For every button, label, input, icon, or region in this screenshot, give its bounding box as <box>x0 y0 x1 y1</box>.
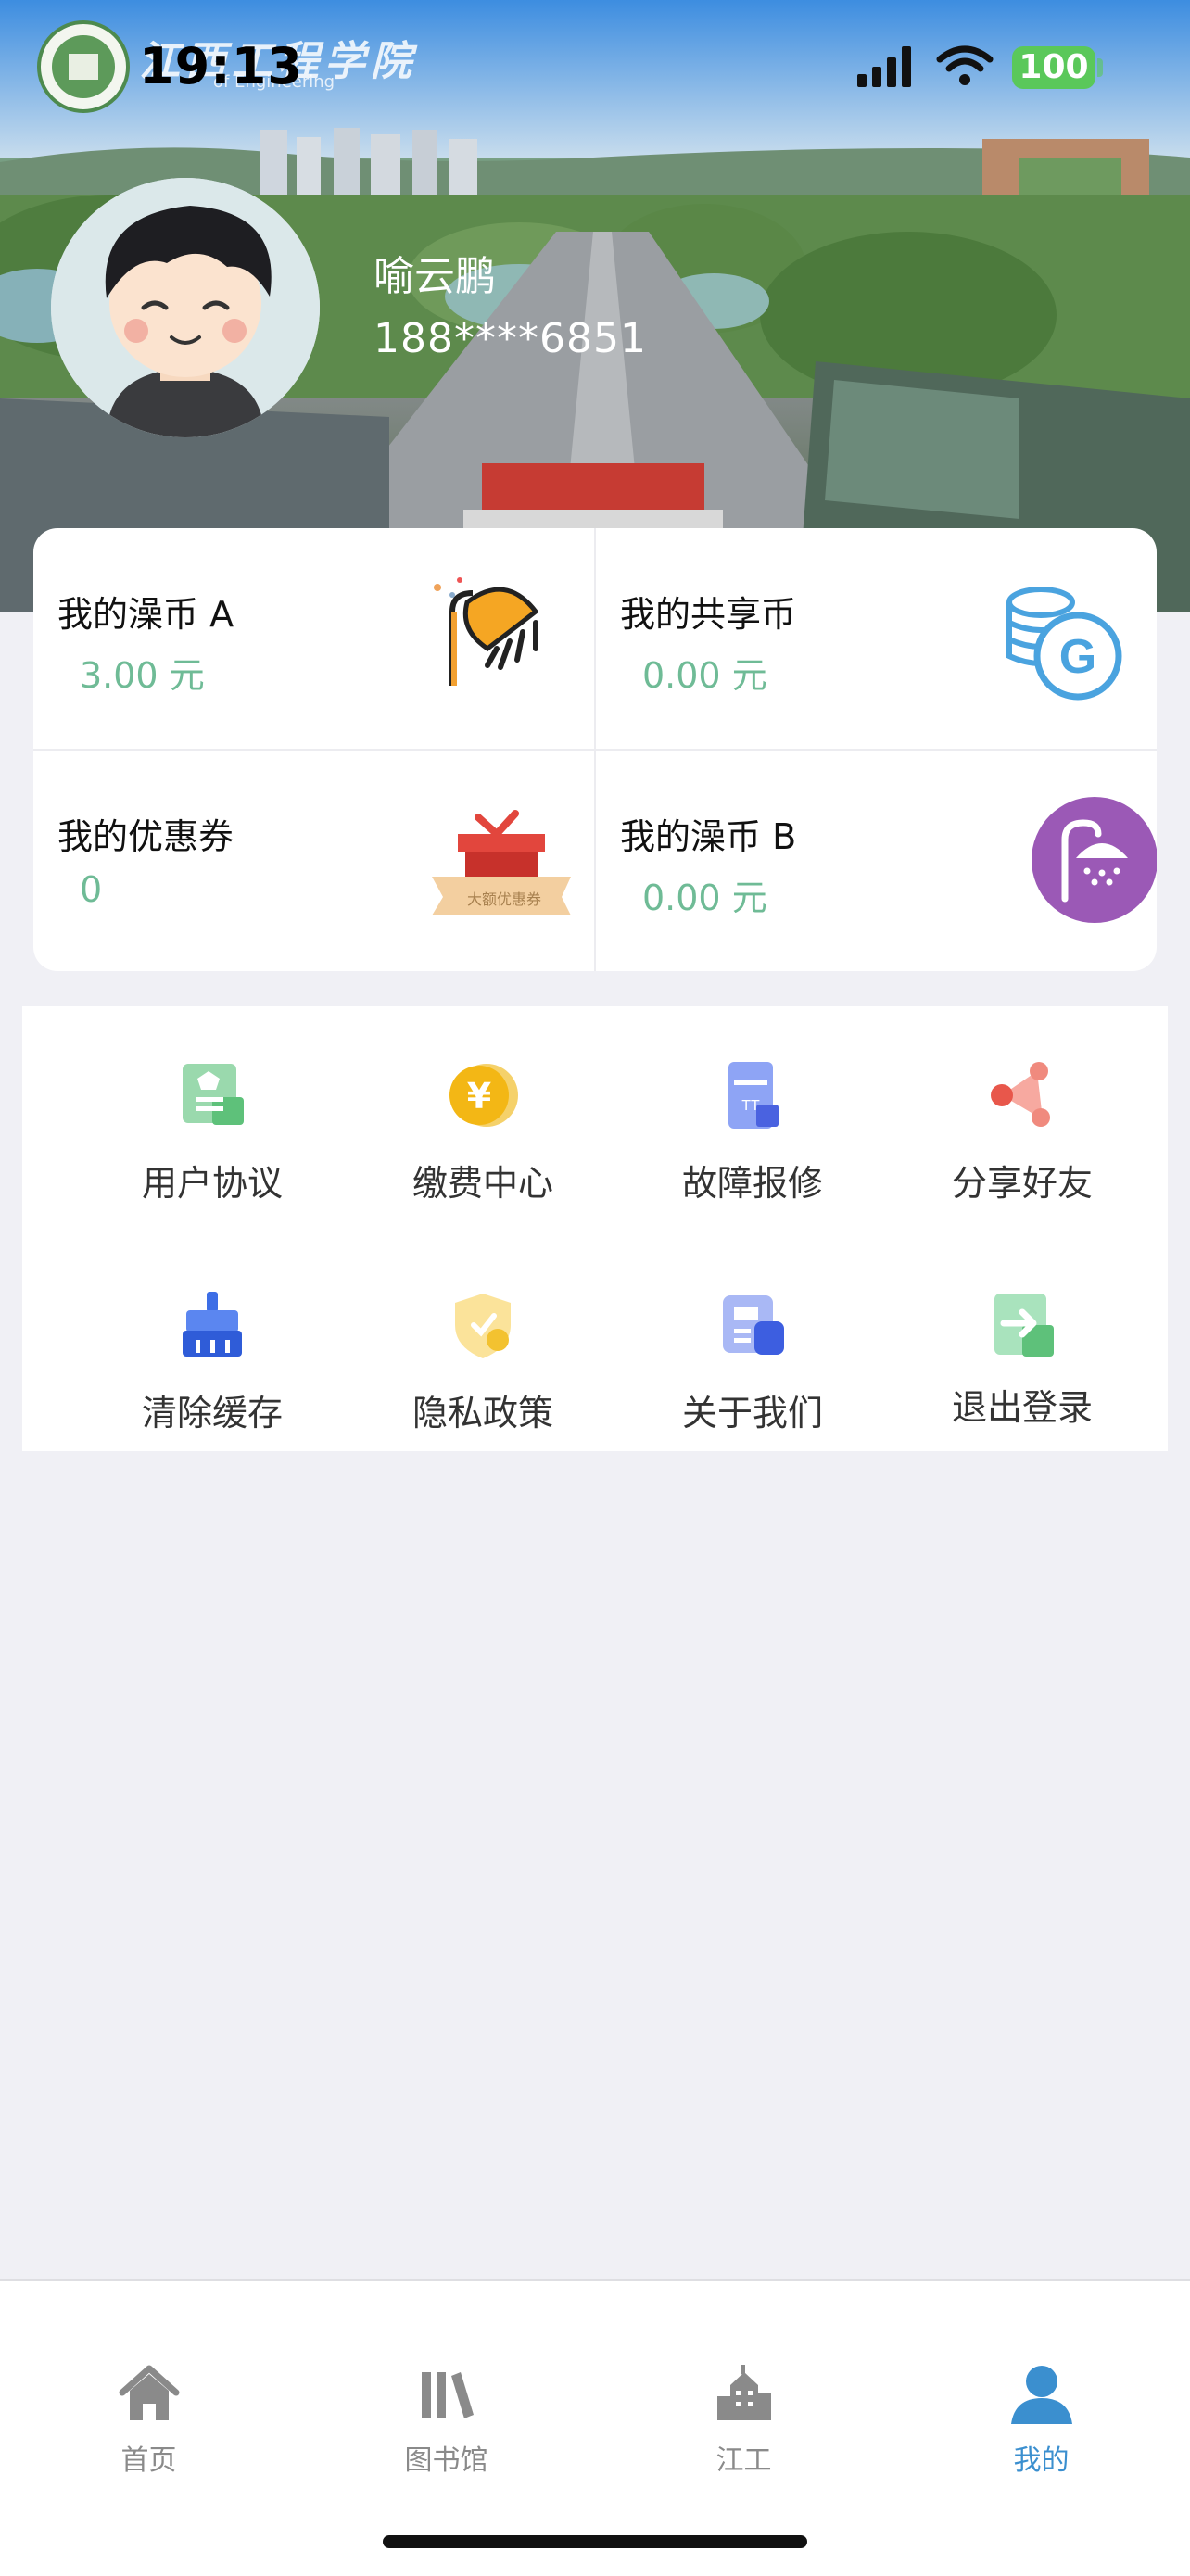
menu-user-agreement[interactable]: 用户协议 <box>78 1006 347 1210</box>
wifi-icon <box>936 45 994 85</box>
cartoon-boy-avatar-icon <box>51 178 320 437</box>
wallet-bath-coin-b[interactable]: 我的澡币 B 0.00 元 <box>596 751 1157 971</box>
tab-mine[interactable]: 我的 <box>892 2281 1190 2477</box>
menu-label: 退出登录 <box>951 1387 1093 1428</box>
tab-jianggong[interactable]: 江工 <box>595 2281 892 2477</box>
library-icon <box>422 2372 474 2418</box>
battery-tip <box>1097 58 1103 77</box>
home-icon <box>119 2365 180 2420</box>
save-disk-icon <box>723 1295 784 1355</box>
tab-label: 图书馆 <box>404 2444 488 2477</box>
menu-label: 分享好友 <box>951 1163 1093 1204</box>
wallet-value: 0 <box>80 869 103 910</box>
gift-coupon-icon: 大额优惠券 <box>432 810 571 915</box>
broom-icon <box>183 1292 242 1357</box>
menu-share-friends[interactable]: 分享好友 <box>888 1006 1157 1210</box>
coin-stack-g-icon: G <box>1006 587 1122 701</box>
svg-text:G: G <box>1059 630 1096 684</box>
logout-icon <box>994 1294 1054 1357</box>
tab-label: 我的 <box>1013 2444 1070 2477</box>
tab-library[interactable]: 图书馆 <box>298 2281 595 2477</box>
bottom-tab-bar: 首页 图书馆 江工 我的 <box>0 2279 1190 2576</box>
school-logo-icon <box>37 20 130 113</box>
menu-label: 清除缓存 <box>141 1393 283 1433</box>
wallet-shared-coin[interactable]: 我的共享币 0.00 元 G <box>596 528 1157 749</box>
wallet-bath-coin-a[interactable]: 我的澡币 A 3.00 元 <box>33 528 594 749</box>
menu-logout[interactable]: 退出登录 <box>888 1236 1157 1440</box>
cellular-signal-icon <box>857 46 911 87</box>
user-phone: 188****6851 <box>373 315 647 362</box>
user-icon <box>1011 2366 1072 2424</box>
share-icon <box>991 1062 1050 1127</box>
yen-coin-icon: ¥ <box>449 1064 518 1127</box>
wallet-label: 我的澡币 A <box>57 594 234 635</box>
tab-label: 江工 <box>715 2444 772 2477</box>
header-banner: 江西工程学院 of Engineering 19:13 100 喻云鹏 188*… <box>0 0 1190 612</box>
wallet-label: 我的优惠券 <box>57 816 234 857</box>
tab-label: 首页 <box>120 2444 177 2477</box>
wallet-value: 3.00 元 <box>80 655 205 696</box>
home-indicator <box>383 2535 807 2548</box>
menu-label: 关于我们 <box>681 1393 823 1433</box>
shower-purple-icon <box>1032 797 1157 923</box>
menu-fault-repair[interactable]: TT 故障报修 <box>618 1006 887 1210</box>
coupon-badge-text: 大额优惠券 <box>467 890 541 908</box>
menu-clear-cache[interactable]: 清除缓存 <box>78 1236 347 1440</box>
agreement-icon <box>183 1064 244 1125</box>
avatar[interactable] <box>51 178 320 437</box>
wallet-label: 我的澡币 B <box>620 816 797 857</box>
status-time: 19:13 <box>139 37 303 95</box>
menu-privacy-policy[interactable]: 隐私政策 <box>348 1236 617 1440</box>
battery-indicator: 100 <box>1012 46 1095 89</box>
svg-text:¥: ¥ <box>467 1076 491 1117</box>
tab-home[interactable]: 首页 <box>0 2281 298 2477</box>
menu-label: 用户协议 <box>141 1163 283 1204</box>
menu-about-us[interactable]: 关于我们 <box>618 1236 887 1440</box>
shield-icon <box>455 1294 511 1358</box>
wallet-coupon[interactable]: 我的优惠券 0 大额优惠券 <box>33 751 594 971</box>
svg-text:TT: TT <box>741 1098 760 1114</box>
menu-label: 隐私政策 <box>411 1393 553 1433</box>
wallet-value: 0.00 元 <box>642 878 767 918</box>
menu-label: 缴费中心 <box>411 1163 553 1204</box>
menu-payment-center[interactable]: ¥ 缴费中心 <box>348 1006 617 1210</box>
repair-ticket-icon: TT <box>728 1062 779 1129</box>
wallet-value: 0.00 元 <box>642 655 767 696</box>
wallet-label: 我的共享币 <box>620 594 797 635</box>
user-name: 喻云鹏 <box>373 253 496 300</box>
status-bar: 江西工程学院 of Engineering 19:13 100 <box>0 0 1190 139</box>
building-icon <box>717 2365 771 2420</box>
wallet-card: 我的澡币 A 3.00 元 我的共享币 0.00 元 G 我的优惠券 0 大额优… <box>33 528 1157 971</box>
shower-head-icon <box>434 577 539 686</box>
menu-label: 故障报修 <box>681 1163 823 1204</box>
function-menu: 用户协议 ¥ 缴费中心 TT 故障报修 分享好友 清除缓存 隐私政策 关于我们 … <box>22 1006 1168 1451</box>
